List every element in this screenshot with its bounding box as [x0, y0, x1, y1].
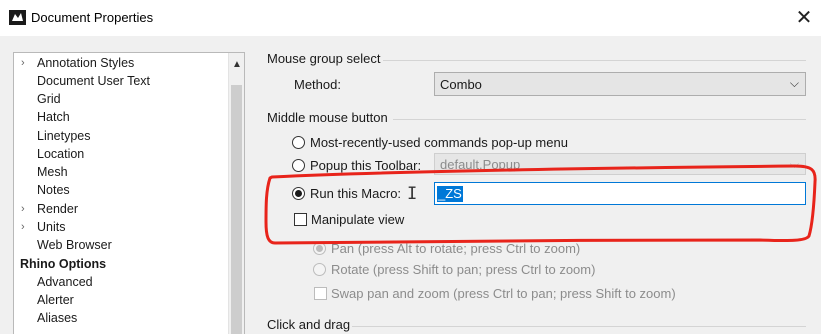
tree-item-label: Hatch [37, 110, 70, 124]
tree-item-label: Render [37, 202, 78, 216]
method-select[interactable]: Combo ⌵ [434, 72, 806, 96]
section-divider [352, 326, 806, 327]
tree-item-label: Document User Text [37, 74, 151, 88]
tree-item-label: Web Browser [37, 238, 112, 252]
tree-item-label: Location [37, 147, 85, 161]
method-select-value: Combo [440, 77, 482, 92]
chevron-right-icon[interactable]: › [21, 218, 25, 236]
scrollbar-thumb[interactable] [231, 85, 242, 334]
chevron-right-icon[interactable]: › [21, 54, 25, 72]
tree-item-label: Mesh [37, 165, 68, 179]
title-bar: Document Properties ✕ [0, 0, 821, 36]
macro-input-selected-text: _ZS [437, 186, 463, 202]
macro-input[interactable]: _ZS [434, 182, 806, 205]
run-macro-label: Run this Macro: [310, 186, 402, 201]
rhino-app-icon [9, 10, 26, 25]
toolbar-select[interactable]: default.Popup ⌵ [434, 153, 806, 175]
chevron-down-icon: ⌵ [789, 76, 799, 90]
tree-item-label: Rhino Options [20, 257, 107, 271]
rotate-radio[interactable] [313, 263, 326, 276]
pan-option-label: Pan (press Alt to rotate; press Ctrl to … [331, 241, 581, 256]
chevron-down-icon: ⌵ [789, 157, 799, 171]
tree-item-label: Grid [37, 92, 61, 106]
tree-item-label: Notes [37, 183, 70, 197]
scroll-up-arrow-icon[interactable]: ▲ [232, 59, 242, 70]
chevron-right-icon[interactable]: › [21, 200, 25, 218]
close-button[interactable]: ✕ [787, 0, 821, 34]
popup-toolbar-label: Popup this Toolbar: [310, 158, 422, 173]
tree-scrollbar[interactable]: ▲ [228, 53, 244, 334]
rotate-option-label: Rotate (press Shift to pan; press Ctrl t… [331, 262, 596, 277]
settings-tree: › Annotation Styles Document User Text G… [13, 52, 245, 334]
method-label: Method: [294, 77, 341, 92]
popup-toolbar-radio[interactable] [292, 159, 305, 172]
tree-item-label: Advanced [37, 275, 93, 289]
pan-radio[interactable] [313, 242, 326, 255]
toolbar-select-value: default.Popup [440, 157, 521, 172]
window-title: Document Properties [31, 10, 154, 25]
tree-item-label: Alerter [37, 293, 74, 307]
text-cursor-icon: I [407, 184, 418, 204]
close-icon: ✕ [795, 6, 813, 29]
popup-menu-label: Most-recently-used commands pop-up menu [310, 135, 568, 150]
swap-pan-zoom-checkbox[interactable] [314, 287, 327, 300]
tree-item-label: Aliases [37, 311, 78, 325]
tree-item-label: Linetypes [37, 129, 91, 143]
click-drag-heading: Click and drag [267, 317, 351, 332]
tree-item-label: Units [37, 220, 66, 234]
section-divider [383, 60, 806, 61]
swap-option-label: Swap pan and zoom (press Ctrl to pan; pr… [331, 286, 676, 301]
manipulate-view-checkbox[interactable] [294, 213, 307, 226]
run-macro-radio[interactable] [292, 187, 305, 200]
mouse-group-heading: Mouse group select [267, 51, 381, 66]
section-divider [393, 119, 806, 120]
popup-menu-radio[interactable] [292, 136, 305, 149]
manipulate-view-label: Manipulate view [311, 212, 405, 227]
middle-button-heading: Middle mouse button [267, 110, 388, 125]
tree-item-label: Annotation Styles [37, 56, 135, 70]
